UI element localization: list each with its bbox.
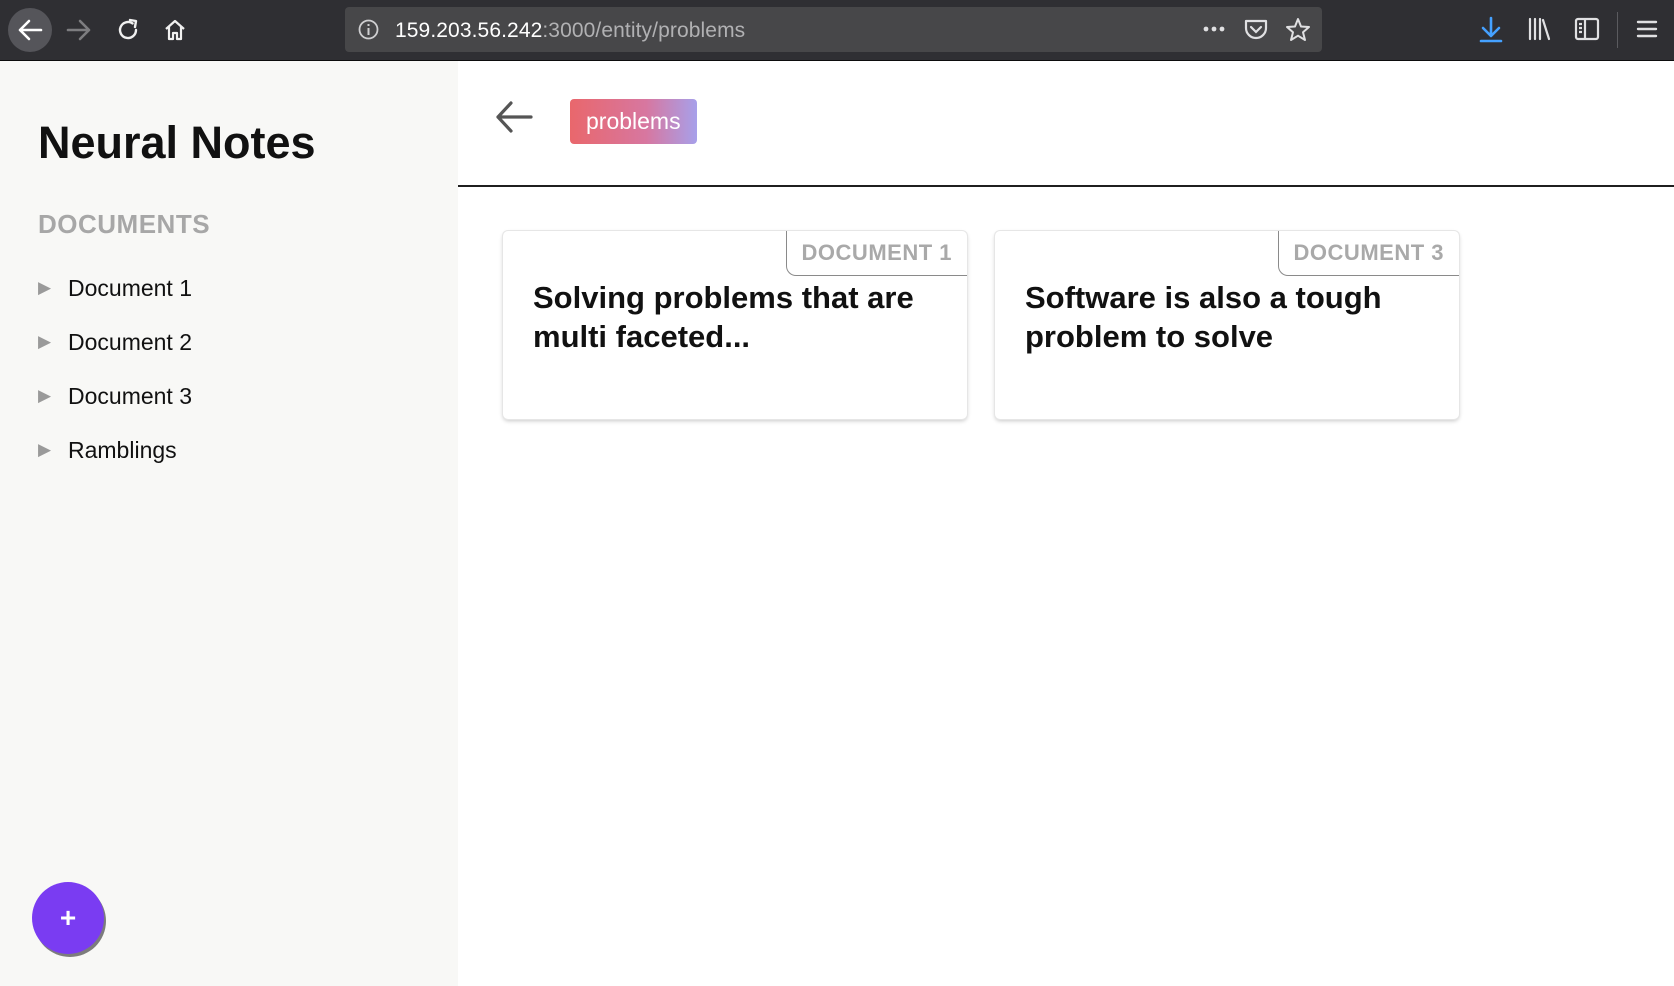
hamburger-menu-icon[interactable] xyxy=(1635,16,1659,42)
sidebar-item-document-2[interactable]: ▶ Document 2 xyxy=(38,315,192,369)
card-document-tag: DOCUMENT 1 xyxy=(785,231,967,276)
caret-right-icon[interactable]: ▶ xyxy=(38,332,68,352)
info-icon[interactable] xyxy=(357,18,380,41)
sidebar-item-ramblings[interactable]: ▶ Ramblings xyxy=(38,423,192,477)
url-path: :3000/entity/problems xyxy=(542,19,746,42)
browser-reload-button[interactable] xyxy=(106,8,150,52)
sidebar-toggle-icon[interactable] xyxy=(1574,16,1600,42)
home-icon xyxy=(165,19,185,41)
toolbar-divider xyxy=(1617,12,1618,48)
browser-toolbar: 159.203.56.242:3000/entity/problems xyxy=(0,0,1674,61)
url-host: 159.203.56.242 xyxy=(395,19,543,42)
browser-forward-button[interactable] xyxy=(57,8,101,52)
add-document-button[interactable]: + xyxy=(32,882,104,954)
sidebar-item-document-3[interactable]: ▶ Document 3 xyxy=(38,369,192,423)
card-list: DOCUMENT 1 Solving problems that are mul… xyxy=(503,231,1459,419)
browser-home-button[interactable] xyxy=(153,8,197,52)
main-content: problems DOCUMENT 1 Solving problems tha… xyxy=(458,61,1674,986)
document-list: ▶ Document 1 ▶ Document 2 ▶ Document 3 ▶… xyxy=(38,261,192,477)
card-snippet: Solving problems that are multi faceted.… xyxy=(533,280,914,354)
card-document-tag: DOCUMENT 3 xyxy=(1277,231,1459,276)
caret-right-icon[interactable]: ▶ xyxy=(38,278,68,298)
header-divider xyxy=(458,185,1674,187)
app-title: Neural Notes xyxy=(38,117,316,168)
sidebar-item-label: Document 1 xyxy=(68,274,193,301)
caret-right-icon[interactable]: ▶ xyxy=(38,440,68,460)
download-icon[interactable] xyxy=(1478,16,1504,44)
caret-right-icon[interactable]: ▶ xyxy=(38,386,68,406)
more-actions-icon[interactable] xyxy=(1200,17,1228,41)
document-card[interactable]: DOCUMENT 1 Solving problems that are mul… xyxy=(503,231,967,419)
sidebar-item-label: Ramblings xyxy=(68,436,177,463)
sidebar-item-label: Document 2 xyxy=(68,328,193,355)
card-snippet: Software is also a tough problem to solv… xyxy=(1025,280,1382,354)
library-icon[interactable] xyxy=(1526,16,1552,42)
browser-back-button[interactable] xyxy=(8,8,52,52)
arrow-right-icon xyxy=(66,19,91,41)
documents-section-label: DOCUMENTS xyxy=(38,209,211,239)
star-icon[interactable] xyxy=(1285,17,1311,43)
pocket-icon[interactable] xyxy=(1243,17,1269,43)
sidebar: Neural Notes DOCUMENTS ▶ Document 1 ▶ Do… xyxy=(0,61,458,986)
back-arrow-icon[interactable] xyxy=(494,97,534,137)
arrow-left-icon xyxy=(18,19,43,41)
url-text[interactable]: 159.203.56.242:3000/entity/problems xyxy=(395,19,745,43)
document-card[interactable]: DOCUMENT 3 Software is also a tough prob… xyxy=(995,231,1459,419)
address-bar[interactable]: 159.203.56.242:3000/entity/problems xyxy=(345,7,1322,52)
reload-icon xyxy=(118,18,138,40)
sidebar-item-document-1[interactable]: ▶ Document 1 xyxy=(38,261,192,315)
sidebar-item-label: Document 3 xyxy=(68,382,193,409)
entity-tag: problems xyxy=(570,99,697,144)
